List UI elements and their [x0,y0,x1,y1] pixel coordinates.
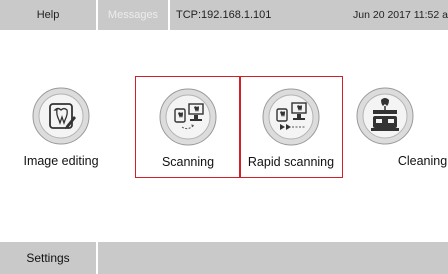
tile-label: Image editing [23,154,99,168]
cleaning-icon [355,86,415,146]
cleaning-tile[interactable]: Cleaning [355,76,448,178]
tile-label: Scanning [161,155,215,169]
tile-label: Cleaning [397,154,448,168]
image-editing-icon [31,86,91,146]
bottom-bar-fill [98,242,448,274]
scanning-icon [158,87,218,147]
top-bar: Help Messages TCP:192.168.1.101 Jun 20 2… [0,0,448,34]
datetime-display: Jun 20 2017 11:52 a [353,9,448,21]
settings-button[interactable]: Settings [0,242,96,274]
scanning-tile[interactable]: Scanning [135,76,241,178]
messages-tab[interactable]: Messages [98,0,168,30]
rapid-scanning-icon [261,87,321,147]
help-tab[interactable]: Help [0,0,96,30]
bottom-bar: Settings [0,242,448,274]
tile-label: Rapid scanning [247,155,335,169]
rapid-scanning-tile[interactable]: Rapid scanning [239,76,343,178]
image-editing-tile[interactable]: Image editing [8,76,114,178]
